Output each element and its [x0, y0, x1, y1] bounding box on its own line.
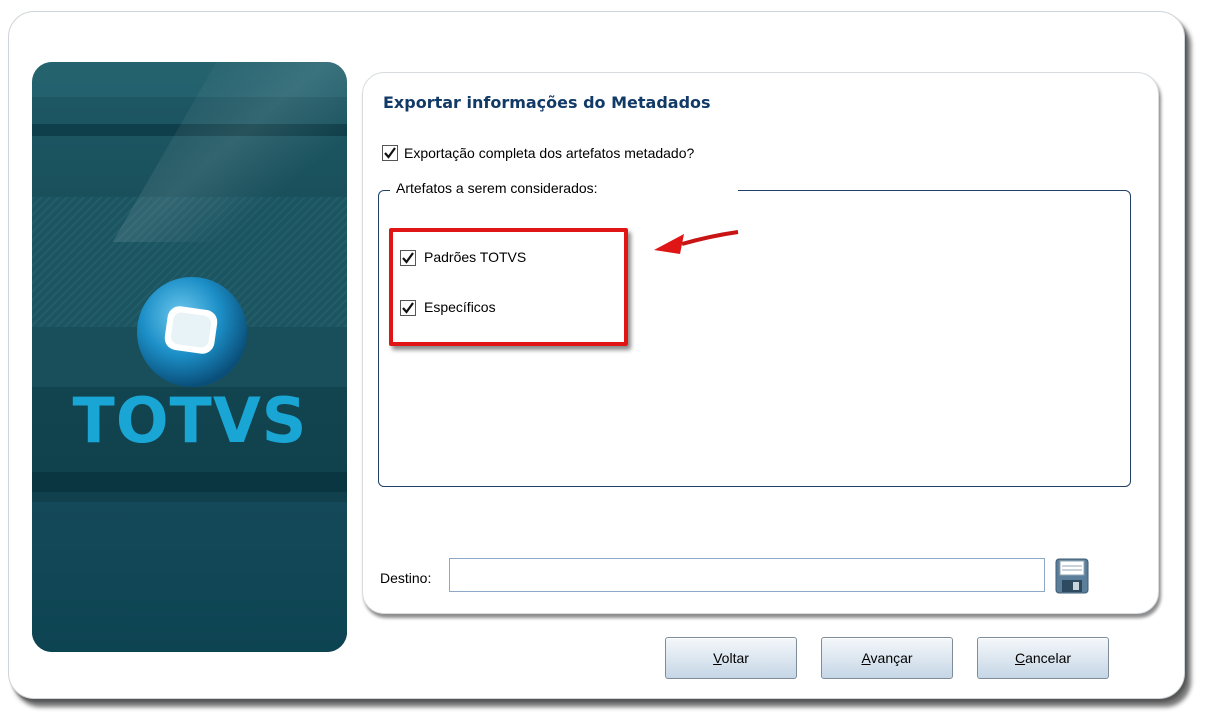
full-export-label: Exportação completa dos artefatos metada… [404, 145, 695, 161]
cancel-mnemonic: C [1014, 650, 1026, 666]
artifacts-group-legend: Artefatos a serem considerados: [394, 180, 602, 196]
checkmark-icon [384, 147, 396, 159]
dialog-title: Exportar informações do Metadados [383, 93, 711, 112]
highlight-box [389, 228, 628, 346]
cancel-label: ancelar [1025, 650, 1072, 666]
save-icon[interactable] [1055, 558, 1089, 594]
red-arrow-icon [654, 230, 739, 254]
cancel-button[interactable]: Cancelar [977, 637, 1109, 679]
next-mnemonic: A [861, 650, 871, 666]
brand-logo-text: TOTVS [72, 384, 308, 457]
back-mnemonic: V [713, 650, 722, 666]
back-button[interactable]: Voltar [665, 637, 797, 679]
full-export-checkbox[interactable] [382, 145, 398, 161]
destination-input[interactable] [449, 558, 1045, 592]
next-button[interactable]: Avançar [821, 637, 953, 679]
totvs-logo-icon [137, 277, 247, 387]
next-label: vançar [870, 650, 913, 666]
brand-panel: TOTVS [32, 62, 347, 652]
back-label: oltar [721, 650, 749, 666]
destination-label: Destino: [380, 570, 432, 586]
